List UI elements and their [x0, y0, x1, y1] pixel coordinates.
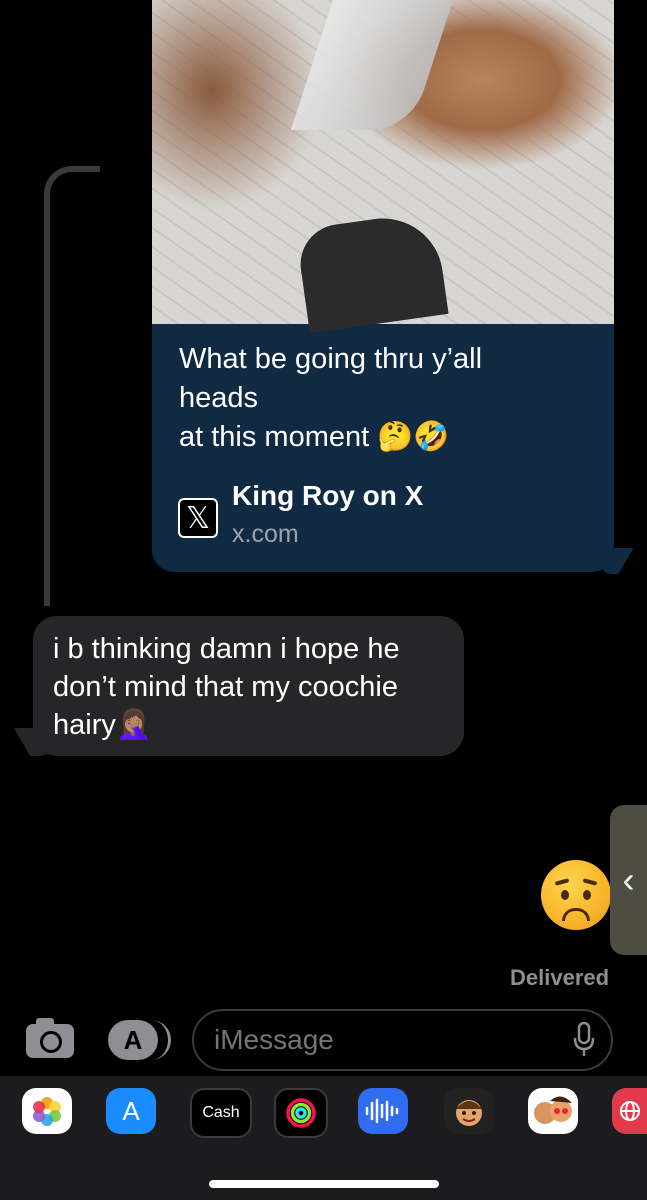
globe-glyph: [619, 1101, 640, 1121]
chevron-left-icon: ‹: [622, 859, 635, 900]
camera-top-bump: [36, 1018, 54, 1026]
audio-message-icon[interactable]: [358, 1088, 408, 1134]
apps-button-arc: [150, 1020, 171, 1060]
photos-flower-glyph: [33, 1097, 61, 1126]
app-store-icon[interactable]: A: [106, 1088, 156, 1134]
image-dark-cloth: [295, 210, 449, 334]
home-indicator[interactable]: [209, 1180, 439, 1188]
microphone-icon[interactable]: [573, 1022, 595, 1058]
memoji-icon[interactable]: [444, 1088, 494, 1134]
reply-thread-line: [44, 166, 100, 606]
link-preview-bubble[interactable]: What be going thru y’all heads at this m…: [152, 0, 614, 572]
memoji-face-glyph: [456, 1100, 482, 1126]
photos-icon[interactable]: [22, 1088, 72, 1134]
emoji-right-eye: [583, 890, 591, 900]
imessage-input[interactable]: [192, 1009, 613, 1071]
memoji-stickers-icon[interactable]: [528, 1088, 578, 1134]
link-preview-domain: x.com: [232, 520, 299, 548]
worried-face-emoji[interactable]: [541, 860, 611, 930]
emoji-right-brow: [582, 878, 598, 886]
emoji-left-eye: [561, 890, 569, 900]
memoji-stickers-glyph: [534, 1096, 572, 1124]
web-icon[interactable]: [612, 1088, 647, 1134]
emoji-mouth: [562, 908, 590, 921]
image-waistband: [290, 0, 454, 130]
incoming-message-text: i b thinking damn i hope he don’t mind t…: [53, 633, 400, 741]
link-preview-title: King Roy on X: [232, 480, 424, 511]
waveform-glyph: [365, 1098, 399, 1124]
activity-icon[interactable]: [274, 1088, 328, 1138]
incoming-message-bubble[interactable]: i b thinking damn i hope he don’t mind t…: [33, 616, 464, 756]
link-preview-caption: What be going thru y’all heads at this m…: [179, 343, 483, 453]
link-preview-image: [152, 0, 614, 334]
camera-lens: [40, 1031, 62, 1053]
apple-cash-label: Cash: [202, 1104, 240, 1121]
delivery-status: Delivered: [510, 965, 610, 990]
emoji-left-brow: [554, 878, 570, 886]
side-drawer-tab[interactable]: ‹: [610, 805, 647, 955]
apple-cash-icon[interactable]: Cash: [190, 1088, 252, 1138]
activity-rings-glyph: [286, 1098, 316, 1128]
camera-icon[interactable]: [26, 1018, 74, 1058]
x-logo-icon: 𝕏: [178, 498, 218, 538]
